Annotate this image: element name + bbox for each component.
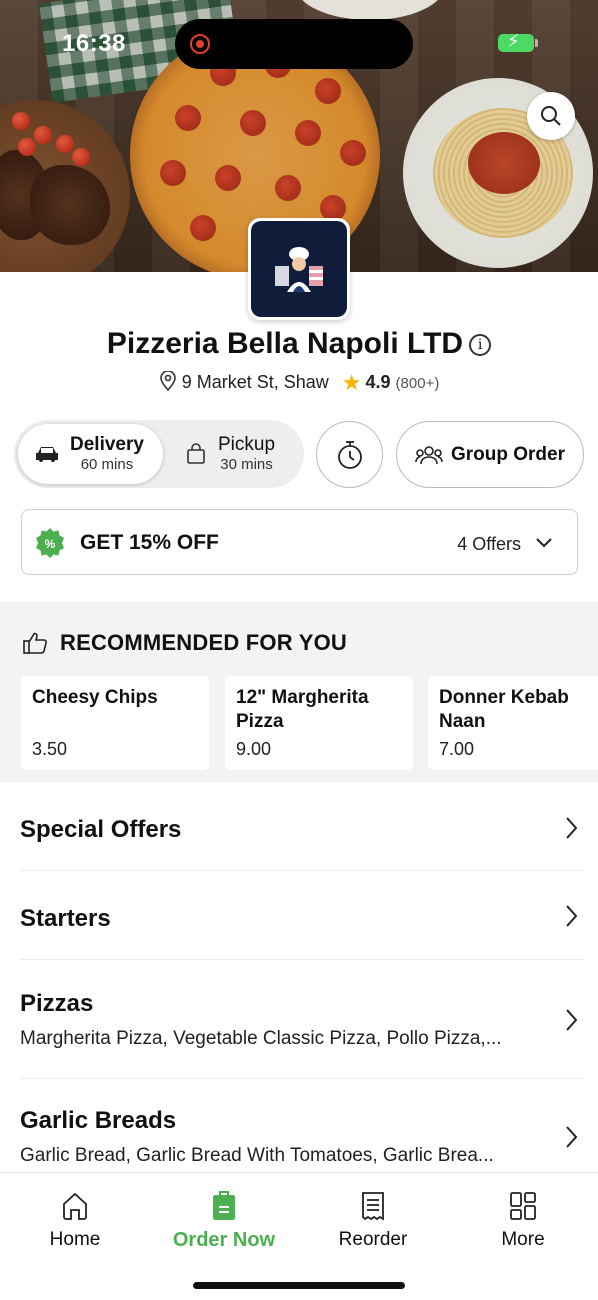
item-name: 12" Margherita Pizza: [236, 687, 369, 732]
offer-count: 4 Offers: [457, 534, 521, 554]
chevron-down-icon: [536, 538, 552, 548]
delivery-label: Delivery: [70, 433, 144, 455]
recommended-item[interactable]: 12" Margherita Pizza 9.00: [225, 676, 413, 770]
stopwatch-icon: [337, 440, 362, 469]
location-pin-icon: [159, 370, 176, 392]
chevron-right-icon: [566, 1126, 578, 1148]
category-name: Starters: [20, 905, 111, 932]
chevron-right-icon: [566, 1009, 578, 1031]
delivery-option[interactable]: Delivery 60 mins: [18, 424, 163, 484]
star-icon: ★: [341, 370, 362, 395]
pickup-label: Pickup: [218, 433, 276, 455]
group-order-label: Group Order: [450, 443, 565, 465]
recommended-title: RECOMMENDED FOR YOU: [60, 630, 347, 655]
restaurant-meta: 9 Market St, Shaw ★ 4.9 (800+): [0, 370, 598, 396]
category-row-garlic-breads[interactable]: Garlic Breads Garlic Bread, Garlic Bread…: [20, 1079, 584, 1172]
rating-count: (800+): [395, 375, 440, 392]
item-price: 9.00: [236, 739, 272, 759]
category-name: Pizzas: [20, 990, 94, 1017]
group-people-icon: [415, 445, 443, 464]
item-name: Donner Kebab Naan: [439, 687, 569, 732]
thumbs-up-icon: [23, 632, 47, 654]
nav-home[interactable]: Home: [0, 1191, 150, 1251]
chevron-right-icon: [566, 817, 578, 839]
order-mode-toggle: Delivery 60 mins Pickup 30 mins: [14, 420, 304, 488]
dynamic-island: [175, 19, 413, 69]
nav-reorder-label: Reorder: [338, 1229, 408, 1250]
home-indicator: [193, 1282, 405, 1289]
recommended-item[interactable]: Donner Kebab Naan 7.00: [428, 676, 598, 770]
group-order-button[interactable]: Group Order: [396, 421, 584, 488]
nav-more-label: More: [501, 1229, 545, 1250]
nav-more[interactable]: More: [448, 1191, 598, 1251]
nav-reorder[interactable]: Reorder: [298, 1191, 448, 1251]
chef-logo-icon: [275, 247, 323, 292]
battery-charging-icon: ⚡: [498, 31, 538, 52]
receipt-icon: [362, 1192, 384, 1221]
category-name: Garlic Breads: [20, 1107, 177, 1134]
search-icon: [541, 106, 561, 126]
discount-badge-icon: %: [36, 528, 64, 558]
recommended-item[interactable]: Cheesy Chips 3.50: [21, 676, 209, 770]
svg-text:%: %: [45, 537, 56, 551]
category-name: Special Offers: [20, 816, 182, 843]
search-button[interactable]: [527, 92, 575, 140]
status-time: 16:38: [62, 30, 126, 57]
chevron-right-icon: [566, 905, 578, 927]
nav-home-label: Home: [49, 1229, 101, 1250]
category-description: Garlic Bread, Garlic Bread With Tomatoes…: [20, 1145, 494, 1166]
restaurant-name: Pizzeria Bella Napoli LTD: [106, 327, 464, 360]
category-description: Margherita Pizza, Vegetable Classic Pizz…: [20, 1028, 502, 1049]
item-name: Cheesy Chips: [32, 687, 158, 708]
recommended-heading: RECOMMENDED FOR YOU: [22, 630, 347, 656]
car-icon: [36, 447, 58, 462]
pickup-time: 30 mins: [220, 456, 273, 474]
item-price: 7.00: [439, 739, 475, 759]
shopping-bag-icon: [187, 443, 205, 464]
category-row-special-offers[interactable]: Special Offers: [20, 782, 584, 871]
info-icon[interactable]: i: [469, 334, 492, 356]
restaurant-address: 9 Market St, Shaw: [181, 372, 329, 392]
home-icon: [63, 1192, 87, 1220]
bottom-navigation: Home Order Now Reorder More: [0, 1172, 598, 1300]
nav-order-now-label: Order Now: [172, 1229, 276, 1251]
recommended-section: RECOMMENDED FOR YOU Cheesy Chips 3.50 12…: [0, 602, 598, 782]
restaurant-logo: [248, 218, 350, 320]
rating-value: 4.9: [365, 372, 391, 392]
grid-icon: [510, 1192, 536, 1220]
offer-title: GET 15% OFF: [80, 531, 219, 554]
item-price: 3.50: [32, 739, 68, 759]
recording-icon: [190, 34, 210, 54]
schedule-button[interactable]: [316, 421, 383, 488]
pickup-option[interactable]: Pickup 30 mins: [174, 424, 302, 484]
category-row-pizzas[interactable]: Pizzas Margherita Pizza, Vegetable Class…: [20, 960, 584, 1079]
nav-order-now[interactable]: Order Now: [149, 1191, 299, 1252]
delivery-time: 60 mins: [80, 456, 134, 474]
offers-bar[interactable]: % GET 15% OFF 4 Offers: [21, 509, 578, 575]
order-bag-icon: [213, 1191, 235, 1220]
category-row-starters[interactable]: Starters: [20, 871, 584, 960]
restaurant-title-row: Pizzeria Bella Napoli LTD i: [0, 327, 598, 361]
